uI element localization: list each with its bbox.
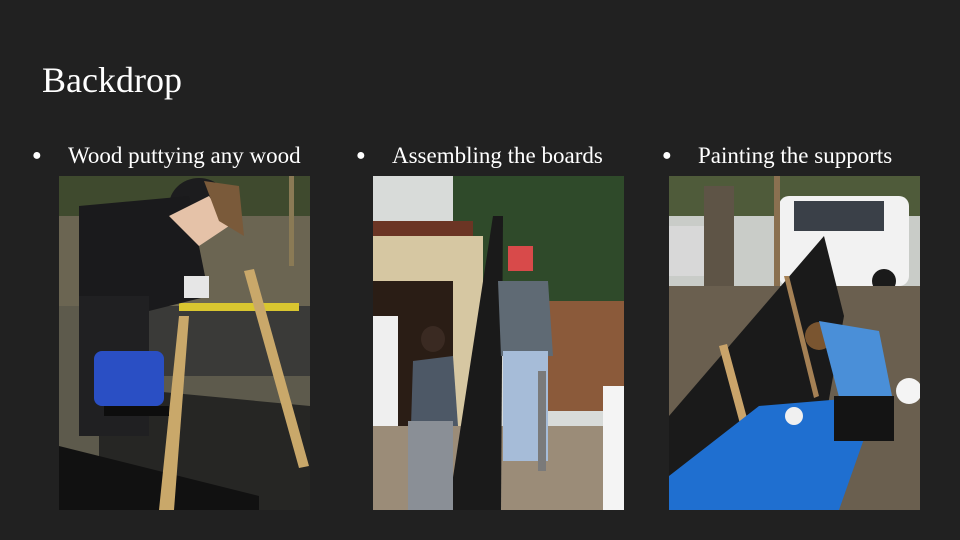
photo-wood-puttying-image (59, 176, 310, 510)
slide: Backdrop ● Wood puttying any wood ● Assemb… (0, 0, 960, 540)
slide-title: Backdrop (42, 60, 182, 100)
photo-assembling-boards-image (373, 176, 624, 510)
bullet-dot-icon: ● (32, 147, 42, 164)
bullet-dot-icon: ● (662, 147, 672, 164)
bullet-dot-icon: ● (356, 147, 366, 164)
bullet-text: Assembling the boards (392, 143, 603, 168)
photo-painting-supports-image (669, 176, 920, 510)
bullet-assembling-boards: ● Assembling the boards (356, 141, 603, 171)
bullet-text: Painting the supports (698, 143, 893, 168)
photo-wood-puttying (59, 176, 310, 510)
bullet-painting-supports: ● Painting the supports (662, 141, 892, 171)
bullet-wood-puttying: ● Wood puttying any wood (32, 141, 301, 171)
bullet-text: Wood puttying any wood (68, 143, 301, 168)
photo-painting-supports (669, 176, 920, 510)
photo-assembling-boards (373, 176, 624, 510)
